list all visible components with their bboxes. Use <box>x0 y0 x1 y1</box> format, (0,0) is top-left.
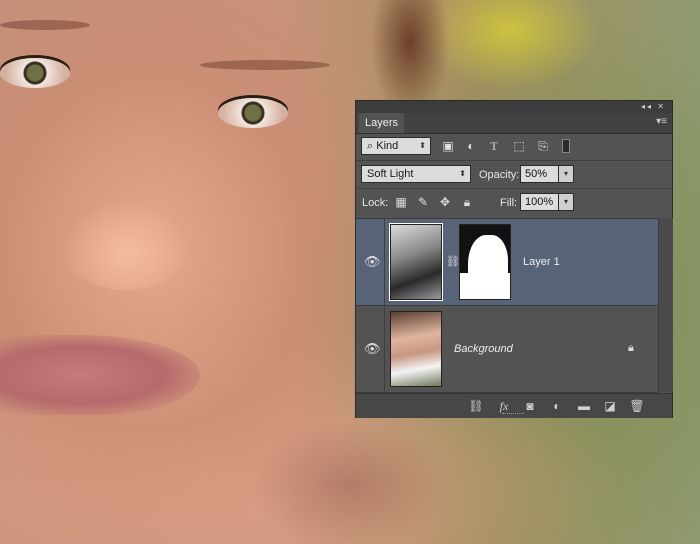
visibility-eye-icon[interactable]: 👁︎ <box>364 342 381 356</box>
filter-row: ⌕ Kind ⬍ ▣ ◐ T ⬚ ⎘ <box>356 134 672 160</box>
layer-thumbnail[interactable] <box>390 311 442 387</box>
filter-pixel-icon[interactable]: ▣ <box>441 139 455 153</box>
nose <box>60 200 190 290</box>
mask-link-icon[interactable]: ⛓︎ <box>446 255 460 268</box>
panel-tab-row: Layers ▾≡ <box>356 113 672 134</box>
layers-list: 👁︎ ⛓︎ Layer 1 👁︎ Background 🔒︎ <box>356 218 658 393</box>
link-layers-icon[interactable]: ⛓︎ <box>468 398 484 414</box>
right-eye <box>218 98 288 128</box>
blend-row: Soft Light ⬍ Opacity: 50% ▾ <box>356 162 672 188</box>
fill-dropdown-button[interactable]: ▾ <box>558 193 574 211</box>
lips <box>0 335 200 415</box>
divider <box>384 306 385 392</box>
divider <box>356 160 672 161</box>
new-group-icon[interactable]: ▬ <box>576 398 592 414</box>
layer-name[interactable]: Background <box>454 343 513 355</box>
lock-transparent-icon[interactable]: ▦ <box>394 195 408 209</box>
filter-adjustment-icon[interactable]: ◐ <box>464 139 478 153</box>
resize-grip[interactable] <box>502 413 524 417</box>
scrollbar[interactable] <box>658 218 673 392</box>
lock-all-icon[interactable]: 🔒︎ <box>460 195 474 209</box>
mask-white-area <box>460 273 510 299</box>
chevron-updown-icon: ⬍ <box>419 141 426 150</box>
opacity-label: Opacity: <box>479 169 520 181</box>
neck-shadow <box>250 420 450 544</box>
visibility-eye-icon[interactable]: 👁︎ <box>364 255 381 269</box>
lock-position-icon[interactable]: ✥ <box>438 195 452 209</box>
panel-titlebar[interactable]: ◂◂ ✕ <box>356 101 672 113</box>
delete-layer-icon[interactable]: 🗑︎ <box>629 398 645 414</box>
lock-pixels-icon[interactable]: ✎ <box>416 195 430 209</box>
filter-type-icon[interactable]: T <box>487 139 501 153</box>
layer-thumbnail[interactable] <box>389 223 443 301</box>
left-eye <box>0 58 70 88</box>
lock-icon: 🔒︎ <box>628 342 634 354</box>
layer-mask-thumbnail[interactable] <box>459 224 511 300</box>
fx-icon[interactable]: fx <box>496 398 512 414</box>
left-eyebrow <box>0 20 90 30</box>
search-icon: ⌕ <box>367 140 374 152</box>
adjustment-layer-icon[interactable]: ◐ <box>549 398 565 414</box>
collapse-close-buttons[interactable]: ◂◂ ✕ <box>641 102 666 111</box>
filter-kind-select[interactable]: ⌕ Kind ⬍ <box>361 137 431 155</box>
new-layer-icon[interactable]: ◪ <box>602 398 618 414</box>
lock-label: Lock: <box>362 197 389 209</box>
filter-shape-icon[interactable]: ⬚ <box>512 139 526 153</box>
divider <box>356 188 672 189</box>
right-eyebrow <box>200 60 330 70</box>
kind-label: Kind <box>376 140 399 152</box>
blend-mode-value: Soft Light <box>367 168 414 180</box>
layer-row-layer-1[interactable]: 👁︎ ⛓︎ Layer 1 <box>356 219 658 306</box>
lock-row: Lock: ▦ ✎ ✥ 🔒︎ Fill: 100% ▾ <box>356 190 672 216</box>
filter-toggle-icon[interactable] <box>562 139 570 153</box>
blend-mode-select[interactable]: Soft Light ⬍ <box>361 165 471 183</box>
panel-menu-icon[interactable]: ▾≡ <box>656 116 667 127</box>
layer-name[interactable]: Layer 1 <box>523 256 560 268</box>
filter-smart-object-icon[interactable]: ⎘ <box>536 139 550 153</box>
divider <box>384 219 385 305</box>
layer-row-background[interactable]: 👁︎ Background 🔒︎ <box>356 306 658 393</box>
add-mask-icon[interactable]: ◙ <box>522 398 538 414</box>
opacity-dropdown-button[interactable]: ▾ <box>558 165 574 183</box>
chevron-updown-icon: ⬍ <box>459 169 466 178</box>
panel-footer: ⛓︎ fx ◙ ◐ ▬ ◪ 🗑︎ <box>356 393 672 418</box>
fill-label: Fill: <box>500 197 518 209</box>
layers-panel: ◂◂ ✕ Layers ▾≡ ⌕ Kind ⬍ ▣ ◐ T ⬚ ⎘ Soft L… <box>355 100 673 418</box>
tab-layers[interactable]: Layers <box>359 113 405 133</box>
